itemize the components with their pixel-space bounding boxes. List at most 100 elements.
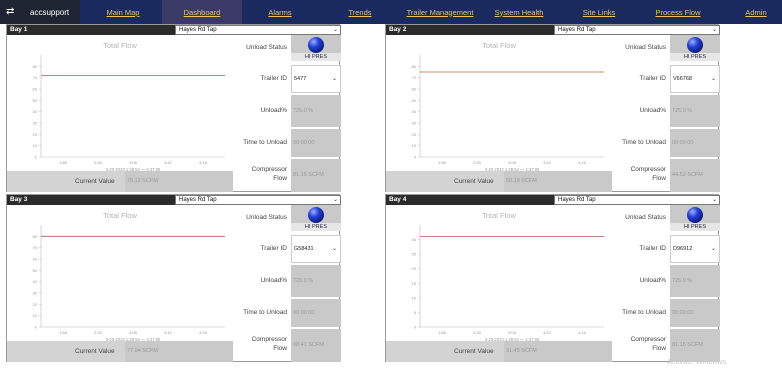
unload-status-row: Unload Status HI PRES (612, 35, 720, 61)
compressor-flow-label: Compressor Flow (612, 335, 668, 353)
bay-details: Unload Status HI PRES Trailer ID D96912 … (612, 205, 720, 362)
total-flow-chart: Total Flow 0 10 20 30 40 50 60 70 80 1:88 2:30 3:08… (386, 35, 612, 171)
x-tick-label: 3:42 (543, 330, 552, 335)
time-to-unload-label: Time to Unload (622, 139, 666, 146)
y-tick-label: 60 (33, 257, 38, 262)
trailer-id-value: D96912 (673, 246, 693, 252)
site-select[interactable]: Hayes Rd Tap ⌄ (554, 195, 720, 205)
trailer-id-select[interactable]: D96912 ⌄ (670, 235, 720, 263)
blue-status-orb-icon (687, 207, 703, 223)
x-tick-label: 3:42 (164, 160, 173, 165)
site-select-value: Hayes Rd Tap (558, 197, 596, 203)
unload-percent-row: Unload% 725.0 % (612, 95, 720, 127)
blue-status-orb-icon (687, 37, 703, 53)
unload-percent-row: Unload% 725.0 % (612, 265, 720, 297)
time-to-unload-value: 00:00:00 (670, 129, 720, 157)
total-flow-chart: Total Flow 0 10 20 30 40 50 60 70 80 1:88 2:30 3:08… (7, 205, 233, 341)
time-to-unload-value: 00:00:00 (291, 299, 341, 327)
total-flow-chart: Total Flow 0 5 10 15 20 25 30 1:88 2:30 3:08 3:42 4… (386, 205, 612, 341)
current-value-row: Current Value 78.12 SCFM (7, 171, 233, 192)
y-tick-label: 10 (33, 313, 38, 318)
y-tick-label: 30 (33, 291, 38, 296)
y-tick-label: 10 (33, 143, 38, 148)
unload-percent-value: 725.0 % (670, 95, 720, 127)
nav-trends[interactable]: Trends (330, 0, 390, 24)
site-select[interactable]: Hayes Rd Tap ⌄ (554, 25, 720, 35)
nav-trailer-management[interactable]: Trailer Management (398, 0, 482, 24)
brand[interactable]: ⇄ accsupport (0, 0, 80, 24)
compressor-flow-row: Compressor Flow 98.41 SCFM (233, 329, 341, 362)
site-select[interactable]: Hayes Rd Tap ⌄ (175, 25, 341, 35)
y-tick-label: 40 (33, 279, 38, 284)
compressor-flow-label-line1: Compressor (630, 166, 666, 173)
chart-svg: 010203040506070801:88 2:30 3:08 3:42 4:163-2… (412, 55, 604, 171)
blue-status-orb-icon (308, 37, 324, 53)
site-select[interactable]: Hayes Rd Tap ⌄ (175, 195, 341, 205)
nav-system-health[interactable]: System Health (486, 0, 552, 24)
y-tick-label: 10 (412, 295, 417, 300)
activate-windows-watermark: Activate Windows (666, 357, 726, 366)
compressor-flow-label-line2: Flow (652, 345, 666, 352)
chevron-down-icon: ⌄ (332, 197, 338, 203)
x-tick-label: 3:08 (508, 160, 517, 165)
y-tick-label: 80 (412, 64, 417, 69)
trailer-id-select[interactable]: G58431 ⌄ (291, 235, 341, 263)
top-nav-bar: ⇄ accsupport Main Map Dashboard Alarms T… (0, 0, 782, 24)
nav-admin[interactable]: Admin (736, 0, 776, 24)
chevron-down-icon: ⌄ (332, 27, 338, 33)
trailer-id-row: Trailer ID V66768 ⌄ (612, 65, 720, 93)
compressor-flow-label: Compressor Flow (233, 335, 289, 353)
unload-percent-label: Unload% (639, 107, 666, 114)
current-value-label: Current Value (454, 178, 494, 185)
trailer-id-value: G58431 (294, 246, 314, 252)
nav-alarms[interactable]: Alarms (248, 0, 312, 24)
compressor-flow-label: Compressor Flow (233, 165, 289, 183)
unload-status-indicator: HI PRES (670, 35, 720, 61)
y-tick-label: 60 (33, 87, 38, 92)
chart-svg: 010203040506070801:88 2:30 3:08 3:42 4:163-2… (33, 55, 225, 171)
y-tick-label: 20 (33, 132, 38, 137)
status-value: HI PRES (291, 223, 341, 231)
nav-dashboard[interactable]: Dashboard (162, 0, 242, 24)
y-tick-label: 30 (412, 121, 417, 126)
unload-percent-label: Unload% (639, 277, 666, 284)
y-tick-label: 0 (35, 155, 38, 160)
y-tick-label: 50 (33, 268, 38, 273)
nav-process-flow[interactable]: Process Flow (640, 0, 716, 24)
nav-site-links[interactable]: Site Links (570, 0, 628, 24)
unload-status-row: Unload Status HI PRES (233, 35, 341, 61)
site-select-value: Hayes Rd Tap (179, 27, 217, 33)
unload-status-label: Unload Status (246, 44, 287, 51)
trailer-id-label: Trailer ID (260, 245, 287, 252)
trailer-id-row: Trailer ID D96912 ⌄ (612, 235, 720, 263)
bay-header: Bay 2 Hayes Rd Tap ⌄ (386, 25, 720, 35)
chart-svg: 0510152025301:88 2:30 3:08 3:42 4:163-20-202… (412, 225, 604, 341)
nav-main-map[interactable]: Main Map (86, 0, 160, 24)
y-tick-label: 5 (414, 310, 417, 315)
x-tick-label: 2:30 (94, 330, 103, 335)
bay-header: Bay 4 Hayes Rd Tap ⌄ (386, 195, 720, 205)
compressor-flow-row: Compressor Flow 44.52 SCFM (612, 159, 720, 192)
compressor-flow-label-line2: Flow (273, 175, 287, 182)
trailer-id-value: V66768 (673, 76, 692, 82)
time-to-unload-row: Time to Unload 00:00:00 (612, 129, 720, 157)
y-tick-label: 50 (412, 98, 417, 103)
time-to-unload-value: 00:00:00 (291, 129, 341, 157)
unload-status-label: Unload Status (625, 44, 666, 51)
compressor-flow-label-line1: Compressor (251, 166, 287, 173)
unload-percent-row: Unload% 725.0 % (233, 265, 341, 297)
trailer-id-select[interactable]: V66768 ⌄ (670, 65, 720, 93)
current-value-row: Current Value 31.45 SCFM (386, 341, 612, 362)
time-to-unload-value: 00:00:00 (670, 299, 720, 327)
x-tick-label: 4:16 (578, 330, 587, 335)
bay-title: Bay 2 (389, 26, 407, 33)
y-tick-label: 70 (412, 75, 417, 80)
swap-arrows-icon: ⇄ (6, 6, 15, 17)
trailer-id-select[interactable]: 5477 ⌄ (291, 65, 341, 93)
x-tick-label: 3:08 (129, 330, 138, 335)
trailer-id-row: Trailer ID 5477 ⌄ (233, 65, 341, 93)
x-tick-label: 1:88 (59, 330, 68, 335)
unload-percent-value: 725.0 % (291, 95, 341, 127)
bay-header: Bay 3 Hayes Rd Tap ⌄ (7, 195, 341, 205)
time-to-unload-row: Time to Unload 00:00:00 (612, 299, 720, 327)
